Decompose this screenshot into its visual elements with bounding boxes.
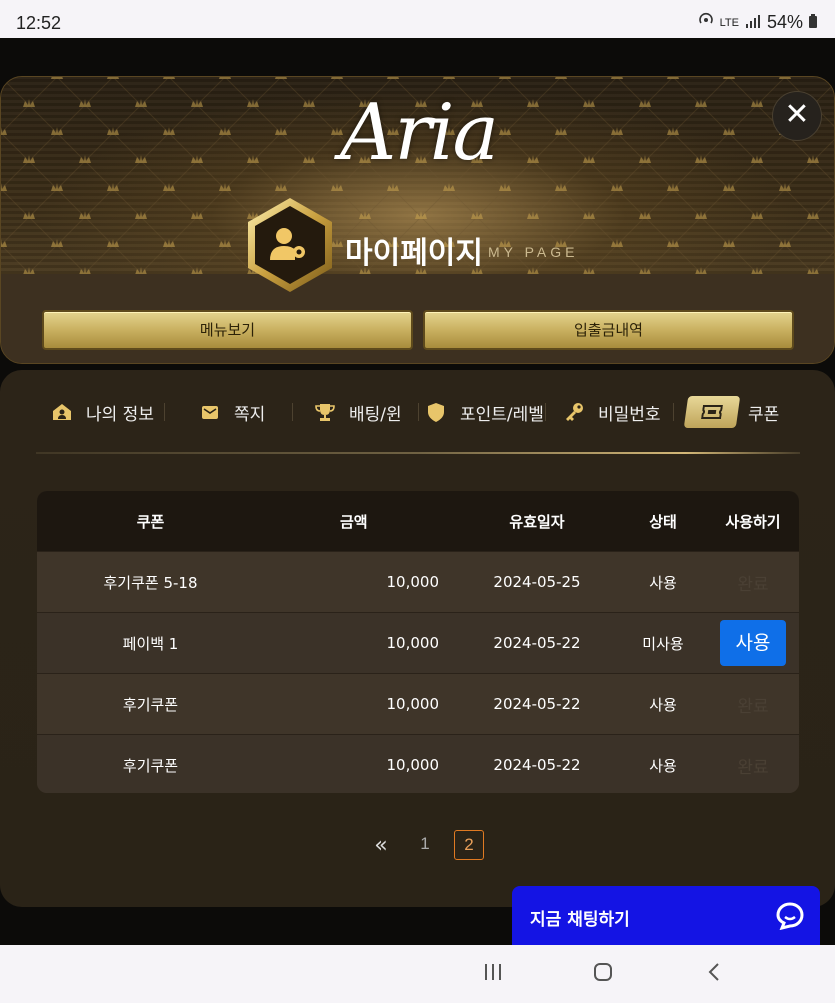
mypage-badge bbox=[244, 196, 336, 294]
home-icon[interactable] bbox=[592, 961, 614, 989]
battery-level: 54% bbox=[766, 12, 803, 32]
deposit-history-button[interactable]: 입출금내역 bbox=[423, 310, 794, 350]
table-row: 후기쿠폰 10,000 2024-05-22 사용 완료 bbox=[37, 734, 799, 793]
tab-label: 배팅/윈 bbox=[349, 404, 402, 425]
tab-label: 나의 정보 bbox=[86, 404, 154, 425]
home-user-icon bbox=[52, 402, 72, 422]
tab-divider bbox=[418, 403, 419, 421]
coupon-name: 후기쿠폰 5-18 bbox=[103, 573, 198, 592]
menu-button[interactable]: 메뉴보기 bbox=[42, 310, 413, 350]
completed-label: 완료 bbox=[737, 696, 769, 717]
coupon-date: 2024-05-22 bbox=[493, 695, 581, 713]
col-amount: 금액 bbox=[340, 512, 368, 531]
coupon-action: 사용 bbox=[707, 613, 799, 673]
tab-label: 포인트/레벨 bbox=[460, 404, 544, 425]
tab-divider bbox=[673, 403, 674, 421]
prev-page-button[interactable]: « bbox=[366, 833, 396, 858]
coupon-amount: 10,000 bbox=[386, 573, 440, 591]
live-chat-button[interactable]: 지금 채팅하기 bbox=[512, 886, 820, 945]
status-time: 12:52 bbox=[16, 13, 62, 33]
tab-messages[interactable]: 쪽지 bbox=[200, 394, 265, 430]
tab-divider bbox=[292, 403, 293, 421]
page-2-button[interactable]: 2 bbox=[454, 830, 484, 860]
coupon-action: 완료 bbox=[707, 674, 799, 734]
recent-apps-icon[interactable] bbox=[482, 961, 504, 989]
system-nav-bar bbox=[0, 945, 835, 1003]
coupon-date: 2024-05-22 bbox=[493, 756, 581, 774]
coupon-status: 사용 bbox=[649, 756, 677, 775]
coupon-status: 사용 bbox=[649, 573, 677, 592]
network-type: LTE bbox=[719, 16, 739, 29]
signal-icon bbox=[745, 12, 761, 33]
pagination: « 1 2 bbox=[366, 830, 484, 860]
back-icon[interactable] bbox=[704, 961, 726, 989]
col-status: 상태 bbox=[649, 512, 677, 531]
tab-password[interactable]: 비밀번호 bbox=[564, 394, 661, 430]
tab-points-level[interactable]: 포인트/레벨 bbox=[426, 394, 544, 430]
tab-divider bbox=[545, 403, 546, 421]
coupon-action: 완료 bbox=[707, 552, 799, 612]
coupon-name: 페이백 1 bbox=[122, 634, 179, 653]
tab-label: 쪽지 bbox=[234, 404, 266, 425]
table-header: 쿠폰 금액 유효일자 상태 사용하기 bbox=[37, 491, 799, 551]
key-icon bbox=[564, 402, 584, 422]
tab-divider bbox=[164, 403, 165, 421]
coupon-name: 후기쿠폰 bbox=[122, 695, 179, 714]
table-row: 페이백 1 10,000 2024-05-22 미사용 사용 bbox=[37, 612, 799, 673]
coupon-amount: 10,000 bbox=[386, 756, 440, 774]
coupon-table: 쿠폰 금액 유효일자 상태 사용하기 후기쿠폰 5-18 10,000 2024… bbox=[37, 491, 799, 793]
tab-bar: 나의 정보 쪽지 배팅/윈 포인트/레벨 비밀번호 쿠폰 bbox=[40, 394, 800, 430]
coupon-amount: 10,000 bbox=[386, 695, 440, 713]
table-row: 후기쿠폰 5-18 10,000 2024-05-25 사용 완료 bbox=[37, 551, 799, 612]
page-subtitle: MY PAGE bbox=[488, 244, 579, 260]
tab-underline bbox=[36, 452, 800, 454]
coupon-amount: 10,000 bbox=[386, 634, 440, 652]
tab-my-info[interactable]: 나의 정보 bbox=[52, 394, 154, 430]
shield-icon bbox=[426, 402, 446, 422]
table-row: 후기쿠폰 10,000 2024-05-22 사용 완료 bbox=[37, 673, 799, 734]
hotspot-icon bbox=[698, 12, 714, 33]
coupon-status: 미사용 bbox=[642, 634, 684, 653]
coupon-date: 2024-05-25 bbox=[493, 573, 581, 591]
coupon-name: 후기쿠폰 bbox=[122, 756, 179, 775]
coupon-status: 사용 bbox=[649, 695, 677, 714]
page-1-button[interactable]: 1 bbox=[410, 830, 440, 860]
col-action: 사용하기 bbox=[725, 512, 781, 531]
completed-label: 완료 bbox=[737, 574, 769, 595]
chat-bubble-icon bbox=[776, 902, 804, 935]
status-bar: 12:52 LTE 54% bbox=[0, 0, 835, 38]
ticket-icon bbox=[683, 396, 741, 428]
battery-icon bbox=[809, 12, 817, 33]
close-button[interactable]: ✕ bbox=[772, 91, 822, 141]
page-title: 마이페이지 bbox=[345, 236, 483, 271]
completed-label: 완료 bbox=[737, 757, 769, 778]
coupon-action: 완료 bbox=[707, 735, 799, 793]
tab-label: 쿠폰 bbox=[748, 404, 780, 425]
aria-logo: Aria bbox=[340, 88, 499, 178]
use-coupon-button[interactable]: 사용 bbox=[720, 620, 786, 666]
trophy-icon bbox=[315, 402, 335, 422]
coupon-date: 2024-05-22 bbox=[493, 634, 581, 652]
chat-label: 지금 채팅하기 bbox=[530, 910, 630, 930]
tab-label: 비밀번호 bbox=[598, 404, 661, 425]
col-date: 유효일자 bbox=[509, 512, 565, 531]
status-icons: LTE 54% bbox=[698, 12, 817, 33]
tab-betting[interactable]: 배팅/윈 bbox=[315, 394, 402, 430]
col-coupon: 쿠폰 bbox=[136, 512, 165, 531]
tab-coupon[interactable]: 쿠폰 bbox=[683, 394, 780, 430]
close-icon: ✕ bbox=[784, 97, 810, 132]
mail-icon bbox=[200, 402, 220, 422]
